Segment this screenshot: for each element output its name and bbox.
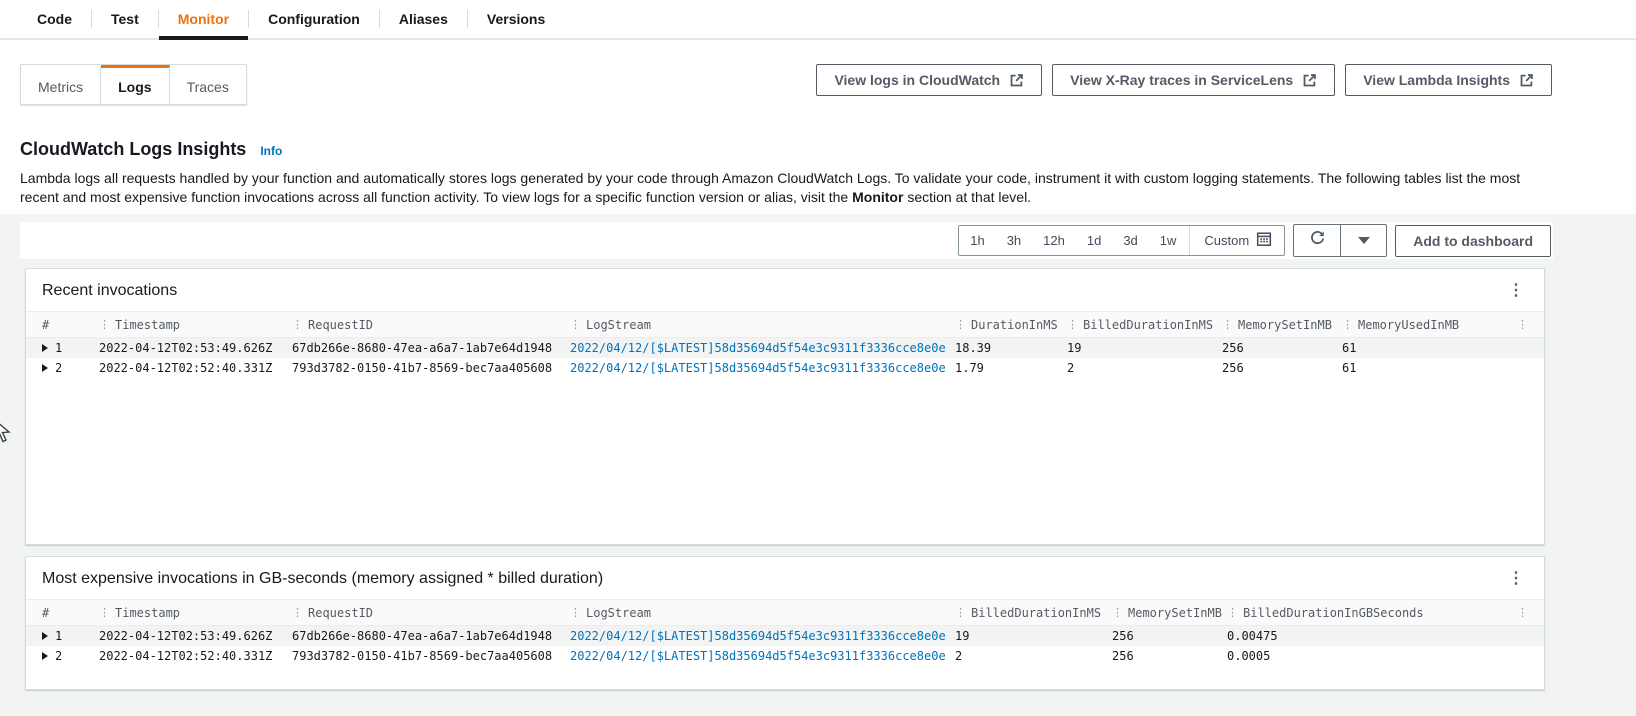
column-settings-icon[interactable]: ⋮ [1517, 318, 1528, 331]
range-3h[interactable]: 3h [996, 226, 1032, 255]
view-lambda-insights-button[interactable]: View Lambda Insights [1345, 64, 1552, 96]
subtab-traces[interactable]: Traces [170, 65, 246, 104]
logstream-link[interactable]: 2022/04/12/[$LATEST]58d35694d5f54e3c9311… [570, 341, 946, 355]
column-handle-icon[interactable]: ⋮ [570, 318, 581, 331]
external-link-icon [1302, 73, 1317, 88]
tab-aliases[interactable]: Aliases [380, 0, 467, 38]
recent-invocations-panel: Recent invocations ⋮ # ⋮ Timestamp ⋮ Reque… [25, 268, 1545, 545]
expensive-invocations-panel: Most expensive invocations in GB-seconds… [25, 556, 1545, 690]
logstream-link[interactable]: 2022/04/12/[$LATEST]58d35694d5f54e3c9311… [570, 361, 946, 375]
tab-code[interactable]: Code [18, 0, 91, 38]
external-actions: View logs in CloudWatch View X-Ray trace… [816, 64, 1552, 96]
tab-test[interactable]: Test [92, 0, 158, 38]
panel-menu-icon[interactable]: ⋮ [1504, 281, 1528, 301]
time-range-selector: 1h 3h 12h 1d 3d 1w Custom [958, 225, 1286, 256]
content-area: 1h 3h 12h 1d 3d 1w Custom Add to dashboa… [0, 214, 1636, 716]
column-handle-icon[interactable]: ⋮ [955, 318, 966, 331]
add-to-dashboard-button[interactable]: Add to dashboard [1395, 224, 1551, 257]
column-header-timestamp[interactable]: ⋮ Timestamp [97, 318, 290, 332]
subtab-logs[interactable]: Logs [101, 65, 170, 104]
column-handle-icon[interactable]: ⋮ [570, 606, 581, 619]
monitor-subtabs: Metrics Logs Traces [20, 64, 247, 105]
column-settings-icon[interactable]: ⋮ [1517, 606, 1528, 619]
range-divider [1189, 226, 1191, 255]
column-header-memorysetinmb[interactable]: ⋮ MemorySetInMB [1110, 606, 1225, 620]
range-1d[interactable]: 1d [1076, 226, 1112, 255]
column-header-timestamp[interactable]: ⋮ Timestamp [97, 606, 290, 620]
column-header-durationinms[interactable]: ⋮ DurationInMS [953, 318, 1065, 332]
custom-range-button[interactable]: Custom [1192, 231, 1284, 250]
panel-menu-icon[interactable]: ⋮ [1504, 569, 1528, 589]
expand-row-icon[interactable] [42, 344, 48, 352]
tab-monitor[interactable]: Monitor [158, 0, 249, 40]
expand-row-icon[interactable] [42, 652, 48, 660]
refresh-split-button [1293, 224, 1388, 257]
table-row[interactable]: 1 2022-04-12T02:53:49.626Z 67db266e-8680… [26, 338, 1544, 358]
refresh-options-button[interactable] [1340, 225, 1386, 256]
calendar-icon [1256, 231, 1272, 250]
column-header-requestid[interactable]: ⋮ RequestID [290, 606, 568, 620]
column-handle-icon[interactable]: ⋮ [292, 606, 303, 619]
tab-versions[interactable]: Versions [468, 0, 564, 38]
column-header-logstream[interactable]: ⋮ LogStream [568, 606, 953, 620]
column-header-logstream[interactable]: ⋮ LogStream [568, 318, 953, 332]
range-3d[interactable]: 3d [1112, 226, 1148, 255]
column-handle-icon[interactable]: ⋮ [1222, 318, 1233, 331]
column-handle-icon[interactable]: ⋮ [99, 318, 110, 331]
section-heading-row: CloudWatch Logs Insights Info [20, 139, 282, 160]
column-header-memoryusedinmb[interactable]: ⋮ MemoryUsedInMB ⋮ [1340, 318, 1528, 332]
logstream-link[interactable]: 2022/04/12/[$LATEST]58d35694d5f54e3c9311… [570, 649, 946, 663]
caret-down-icon [1357, 237, 1370, 244]
refresh-icon [1309, 230, 1326, 252]
column-handle-icon[interactable]: ⋮ [1227, 606, 1238, 619]
recent-invocations-title: Recent invocations [42, 282, 178, 299]
info-link[interactable]: Info [260, 144, 282, 158]
monitor-controls-row: Metrics Logs Traces View logs in CloudWa… [20, 64, 1552, 105]
column-handle-icon[interactable]: ⋮ [955, 606, 966, 619]
column-header-number[interactable]: # [42, 318, 97, 332]
expensive-table-header: # ⋮ Timestamp ⋮ RequestID ⋮ LogStream ⋮ Bill… [26, 599, 1544, 626]
range-1h[interactable]: 1h [959, 226, 995, 255]
column-header-billeddurationingbseconds[interactable]: ⋮ BilledDurationInGBSeconds ⋮ [1225, 606, 1528, 620]
section-description: Lambda logs all requests handled by your… [20, 170, 1521, 205]
column-header-memorysetinmb[interactable]: ⋮ MemorySetInMB [1220, 318, 1340, 332]
table-row[interactable]: 2 2022-04-12T02:52:40.331Z 793d3782-0150… [26, 358, 1544, 378]
lambda-monitor-page: Code Test Monitor Configuration Aliases … [0, 0, 1636, 716]
tab-configuration[interactable]: Configuration [249, 0, 379, 38]
view-logs-cloudwatch-button[interactable]: View logs in CloudWatch [816, 64, 1043, 96]
range-1w[interactable]: 1w [1149, 226, 1188, 255]
column-handle-icon[interactable]: ⋮ [99, 606, 110, 619]
column-header-requestid[interactable]: ⋮ RequestID [290, 318, 568, 332]
time-toolbar: 1h 3h 12h 1d 3d 1w Custom Add to dashboa… [20, 222, 1553, 259]
column-handle-icon[interactable]: ⋮ [1342, 318, 1353, 331]
function-tabbar: Code Test Monitor Configuration Aliases … [0, 0, 1636, 40]
subtab-metrics[interactable]: Metrics [21, 65, 102, 104]
page-title: CloudWatch Logs Insights [20, 139, 247, 159]
expand-row-icon[interactable] [42, 632, 48, 640]
column-header-billeddurationinms[interactable]: ⋮ BilledDurationInMS [1065, 318, 1220, 332]
logstream-link[interactable]: 2022/04/12/[$LATEST]58d35694d5f54e3c9311… [570, 629, 946, 643]
refresh-button[interactable] [1294, 225, 1340, 256]
range-12h[interactable]: 12h [1032, 226, 1076, 255]
recent-table-header: # ⋮ Timestamp ⋮ RequestID ⋮ LogStream ⋮ Dura… [26, 311, 1544, 338]
column-handle-icon[interactable]: ⋮ [1067, 318, 1078, 331]
column-header-number[interactable]: # [42, 606, 97, 620]
column-handle-icon[interactable]: ⋮ [1112, 606, 1123, 619]
external-link-icon [1519, 73, 1534, 88]
external-link-icon [1009, 73, 1024, 88]
expensive-invocations-title: Most expensive invocations in GB-seconds… [42, 570, 604, 587]
column-handle-icon[interactable]: ⋮ [292, 318, 303, 331]
column-header-billeddurationinms[interactable]: ⋮ BilledDurationInMS [953, 606, 1110, 620]
expand-row-icon[interactable] [42, 364, 48, 372]
view-xray-servicelens-button[interactable]: View X-Ray traces in ServiceLens [1052, 64, 1336, 96]
table-row[interactable]: 1 2022-04-12T02:53:49.626Z 67db266e-8680… [26, 626, 1544, 646]
table-row[interactable]: 2 2022-04-12T02:52:40.331Z 793d3782-0150… [26, 646, 1544, 666]
